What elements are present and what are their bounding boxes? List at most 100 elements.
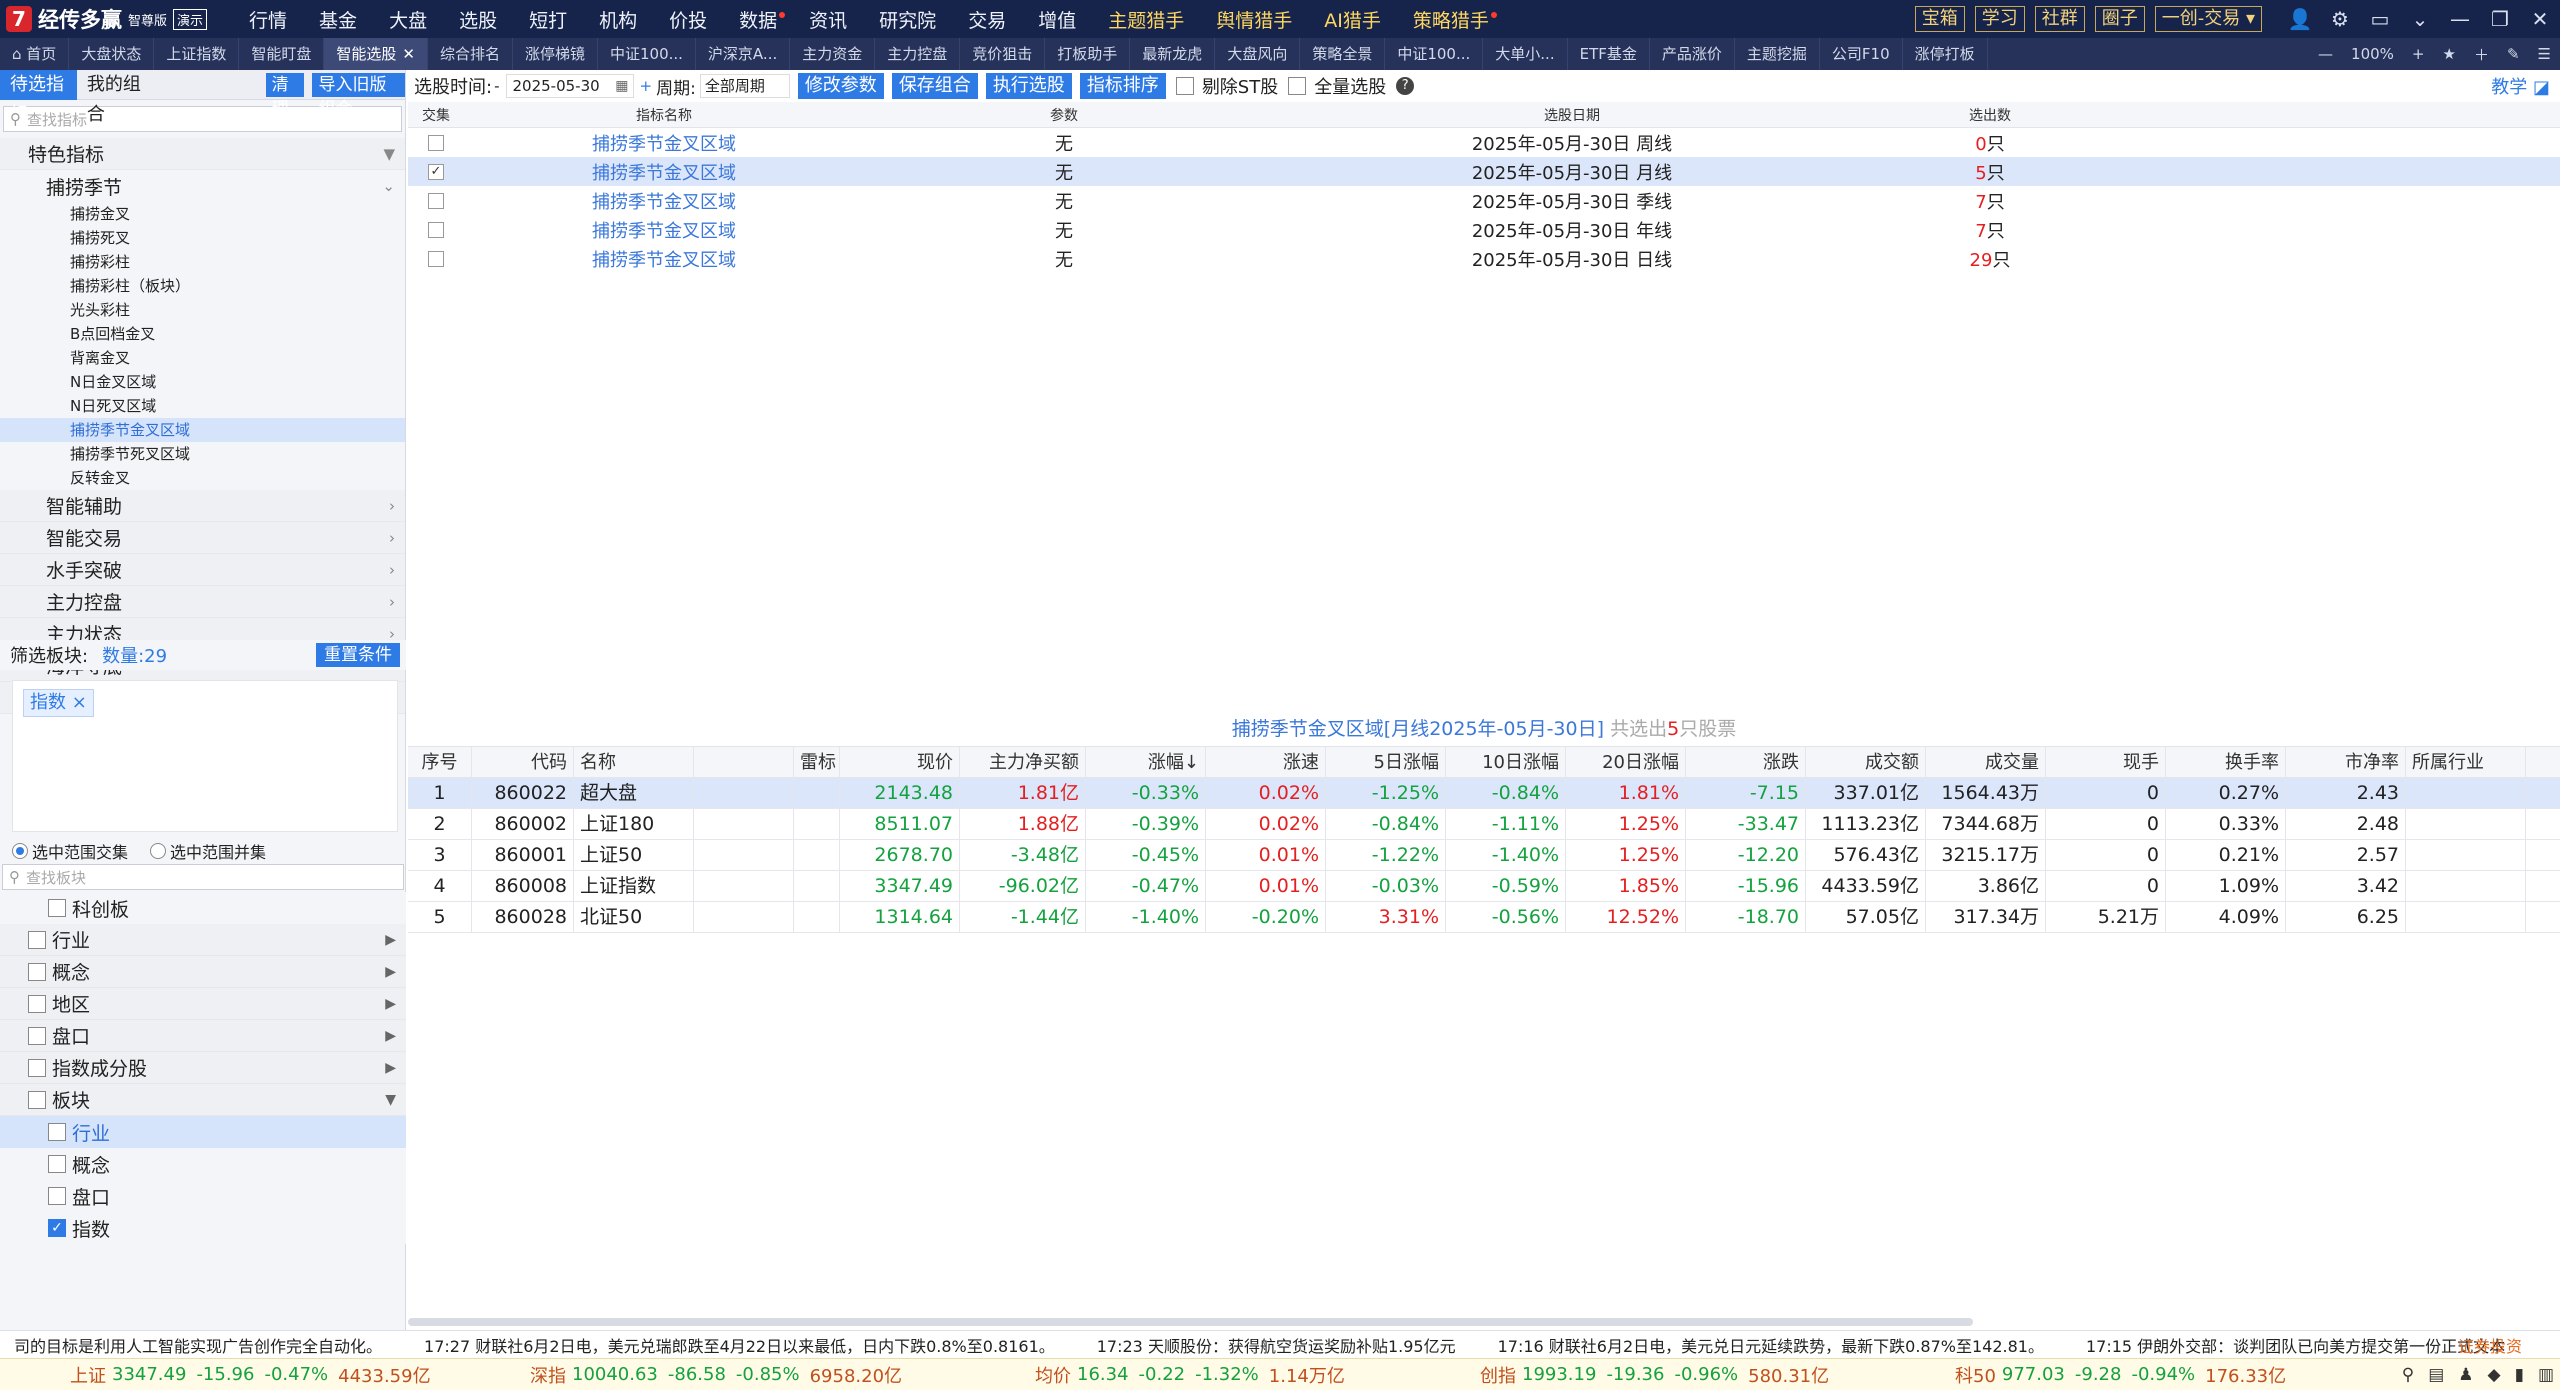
import-old-combo-button[interactable]: 导入旧版组合 (312, 72, 405, 119)
condition-row[interactable]: ✓ 捕捞季节金叉区域 无 2025年-05月-30日 月线 5只 (408, 157, 2560, 186)
indicator-leaf[interactable]: 捕捞死叉 (0, 226, 405, 250)
menu-list-icon[interactable]: ☰ (2529, 45, 2560, 63)
star-icon[interactable]: ★ (2434, 45, 2465, 63)
indicator-leaf[interactable]: B点回档金叉 (0, 322, 405, 346)
gear-icon[interactable]: ⚙ (2320, 7, 2360, 31)
tab-11[interactable]: 竞价狙击 (960, 38, 1046, 70)
radio-union[interactable]: 选中范围并集 (150, 839, 266, 863)
condition-indicator-link[interactable]: 捕捞季节金叉区域 (464, 246, 864, 272)
period-plus-icon[interactable]: + (640, 77, 653, 95)
calculator-icon[interactable]: ▤ (2428, 1365, 2444, 1385)
menu-item-6[interactable]: 价投 (653, 6, 723, 33)
news-item[interactable]: 17:27 财联社6月2日电，美元兑瑞郎跌至4月22日以来最低，日内下跌0.8%… (424, 1333, 1055, 1357)
menu-item-9[interactable]: 研究院 (863, 6, 952, 33)
menu-item-0[interactable]: 行情 (233, 6, 303, 33)
tab-2[interactable]: 上证指数 (154, 38, 240, 70)
block-row[interactable]: 概念 ▶ (0, 956, 406, 988)
result-header-cell[interactable]: 成交量 (1926, 746, 2046, 778)
edit-icon[interactable]: ✎ (2498, 45, 2529, 63)
intersect-checkbox[interactable] (428, 251, 444, 267)
news-more-link[interactable]: 证券投资 (2458, 1333, 2522, 1357)
tag-close-icon[interactable]: × (72, 692, 87, 713)
table-row[interactable]: 2 860002 上证180 8511.07 1.88亿 -0.39% 0.02% -0.84… (408, 808, 2560, 840)
result-header-cell[interactable]: 换手率 (2166, 746, 2286, 778)
condition-indicator-link[interactable]: 捕捞季节金叉区域 (464, 159, 864, 185)
circle-button[interactable]: 圈子 (2094, 6, 2145, 32)
result-header-cell[interactable]: 市净率 (2286, 746, 2406, 778)
menu-item-12[interactable]: 主题猎手 (1092, 6, 1200, 33)
tab-1[interactable]: 大盘状态 (69, 38, 155, 70)
index-quote[interactable]: 创指 1993.19 -19.36 -0.96% 580.31亿 (1480, 1362, 1839, 1388)
clear-button[interactable]: 清理 (265, 72, 305, 119)
indicator-leaf[interactable]: N日金叉区域 (0, 370, 405, 394)
tab-0[interactable]: ⌂ 首页 (0, 38, 70, 70)
menu-item-15[interactable]: 策略猎手 (1397, 6, 1505, 33)
period-select[interactable]: 全部周期 (699, 74, 790, 98)
full-selection-checkbox[interactable]: 全量选股 (1288, 73, 1386, 99)
intersect-checkbox[interactable]: ✓ (428, 164, 444, 180)
checkbox-icon[interactable] (28, 1058, 46, 1077)
tab-14[interactable]: 大盘风向 (1215, 38, 1301, 70)
block-row[interactable]: 行业 ▶ (0, 924, 406, 956)
restore-icon[interactable]: ❐ (2480, 7, 2520, 31)
condition-indicator-link[interactable]: 捕捞季节金叉区域 (464, 217, 864, 243)
table-row[interactable]: 3 860001 上证50 2678.70 -3.48亿 -0.45% 0.01% -1.22… (408, 839, 2560, 871)
tab-5[interactable]: 综合排名 (428, 38, 513, 70)
news-item[interactable]: 17:15 伊朗外交部：谈判团队已向美方提交第一份正式文本 (2086, 1333, 2505, 1357)
table-row[interactable]: 5 860028 北证50 1314.64 -1.44亿 -1.40% -0.20% 3.31… (408, 901, 2560, 933)
indicator-leaf[interactable]: 捕捞季节死叉区域 (0, 442, 405, 466)
indicator-group[interactable]: 智能交易 › (0, 522, 405, 554)
signal-icon[interactable]: ▮ (2515, 1365, 2524, 1385)
tutorial-link[interactable]: 教学 ◪ (2491, 73, 2550, 99)
tab-18[interactable]: ETF基金 (1568, 38, 1650, 70)
result-header-cell[interactable]: 所属行业 (2406, 746, 2526, 778)
checkbox-icon[interactable] (48, 1155, 66, 1173)
tab-13[interactable]: 最新龙虎 (1130, 38, 1216, 70)
indicator-leaf[interactable]: N日死叉区域 (0, 394, 405, 418)
indicator-leaf[interactable]: 捕捞金叉 (0, 202, 405, 226)
checkbox-icon[interactable] (28, 962, 46, 981)
community-button[interactable]: 社群 (2034, 6, 2085, 32)
horizontal-scrollbar[interactable] (408, 1318, 1973, 1326)
condition-indicator-link[interactable]: 捕捞季节金叉区域 (464, 188, 864, 214)
zoom-out-icon[interactable]: — (2309, 45, 2342, 63)
tab-8[interactable]: 沪深京A... (696, 38, 791, 70)
block-row[interactable]: 盘口 (0, 1180, 406, 1212)
result-header-cell[interactable]: 涨幅↓ (1086, 746, 1206, 778)
tab-10[interactable]: 主力控盘 (875, 38, 961, 70)
result-header-cell[interactable]: 现手 (2046, 746, 2166, 778)
tab-22[interactable]: 涨停打板 (1903, 38, 1988, 70)
tab-12[interactable]: 打板助手 (1045, 38, 1131, 70)
menu-item-11[interactable]: 增值 (1022, 6, 1092, 33)
treasure-box-button[interactable]: 宝箱 (1914, 6, 1965, 32)
condition-row[interactable]: 捕捞季节金叉区域 无 2025年-05月-30日 季线 7只 (408, 186, 2560, 215)
result-header-cell[interactable]: 5日涨幅 (1326, 746, 1446, 778)
reset-conditions-button[interactable]: 重置条件 (316, 643, 400, 667)
result-header-cell[interactable]: 涨跌 (1686, 746, 1806, 778)
tab-15[interactable]: 策略全景 (1300, 38, 1386, 70)
menu-item-13[interactable]: 舆情猎手 (1200, 6, 1308, 33)
learn-button[interactable]: 学习 (1974, 6, 2025, 32)
menu-item-2[interactable]: 大盘 (373, 6, 443, 33)
table-row[interactable]: 4 860008 上证指数 3347.49 -96.02亿 -0.47% 0.01% -0.0… (408, 870, 2560, 902)
tab-pending-indicators[interactable]: 待选指标 (0, 69, 77, 125)
block-tag[interactable]: 指数 × (23, 689, 94, 717)
user-icon[interactable]: 👤 (2280, 7, 2320, 31)
menu-item-5[interactable]: 机构 (583, 6, 653, 33)
condition-indicator-link[interactable]: 捕捞季节金叉区域 (464, 130, 864, 156)
result-header-cell[interactable]: 成交额 (1806, 746, 1926, 778)
tab-20[interactable]: 主题挖掘 (1735, 38, 1820, 70)
close-icon[interactable]: ✕ (2520, 7, 2560, 31)
condition-row[interactable]: 捕捞季节金叉区域 无 2025年-05月-30日 年线 7只 (408, 215, 2560, 244)
block-row[interactable]: ✓ 指数 (0, 1212, 406, 1244)
intersect-checkbox[interactable] (428, 222, 444, 238)
index-quote[interactable]: 上证 3347.49 -15.96 -0.47% 4433.59亿 (70, 1362, 441, 1388)
result-header-cell[interactable]: 现价 (840, 746, 960, 778)
indicator-leaf[interactable]: 反转金叉 (0, 466, 405, 490)
block-row[interactable]: 盘口 ▶ (0, 1020, 406, 1052)
news-item[interactable]: 17:16 财联社6月2日电，美元兑日元延续跌势，最新下跌0.87%至142.8… (1498, 1333, 2044, 1357)
tab-close-icon[interactable]: ✕ (402, 45, 415, 63)
checkbox-icon[interactable] (48, 1187, 66, 1205)
tab-21[interactable]: 公司F10 (1820, 38, 1903, 70)
save-combo-button[interactable]: 保存组合 (891, 73, 978, 99)
